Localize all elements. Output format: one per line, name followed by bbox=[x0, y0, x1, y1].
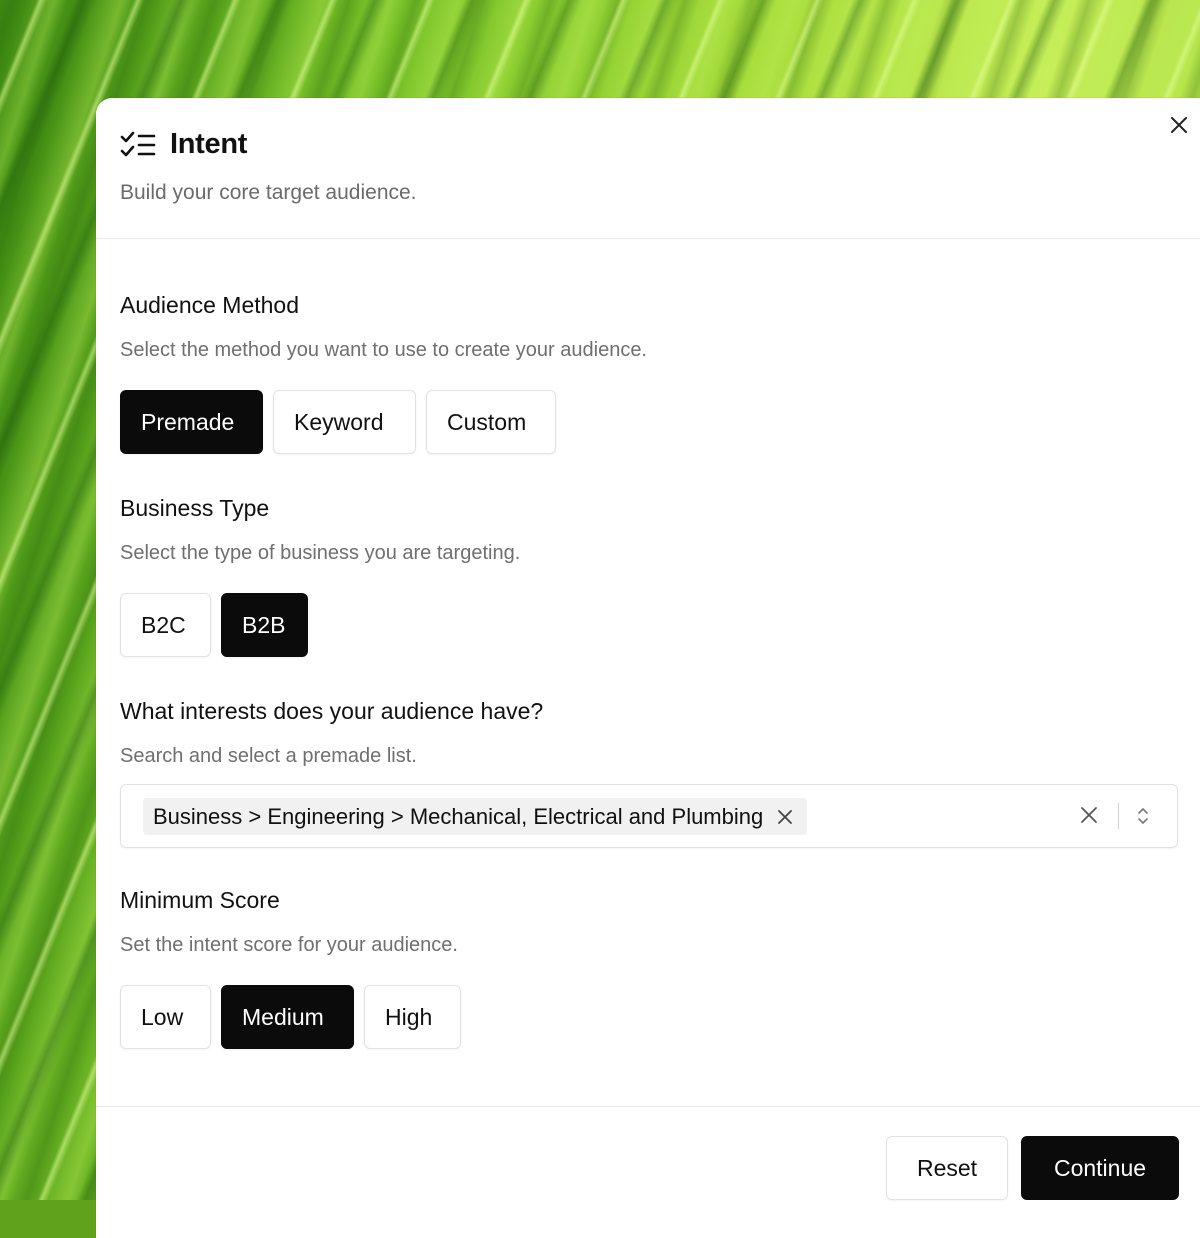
footer-divider bbox=[96, 1106, 1200, 1107]
chip-remove-button[interactable] bbox=[777, 809, 793, 825]
method-keyword-button[interactable]: Keyword bbox=[273, 390, 416, 454]
dialog-title: Intent bbox=[170, 128, 248, 160]
interests-section: What interests does your audience have? … bbox=[120, 698, 543, 768]
minimum-score-options: Low Medium High bbox=[120, 985, 461, 1049]
audience-method-options: Premade Keyword Custom bbox=[120, 390, 647, 454]
select-toggle-button[interactable] bbox=[1135, 805, 1151, 832]
method-custom-button[interactable]: Custom bbox=[426, 390, 556, 454]
business-b2b-button[interactable]: B2B bbox=[221, 593, 308, 657]
business-type-description: Select the type of business you are targ… bbox=[120, 542, 521, 564]
reset-button[interactable]: Reset bbox=[886, 1136, 1008, 1200]
business-b2c-button[interactable]: B2C bbox=[120, 593, 211, 657]
score-low-button[interactable]: Low bbox=[120, 985, 211, 1049]
minimum-score-title: Minimum Score bbox=[120, 887, 280, 913]
business-type-options: B2C B2B bbox=[120, 593, 520, 657]
method-premade-button[interactable]: Premade bbox=[120, 390, 263, 454]
minimum-score-section: Minimum Score Set the intent score for y… bbox=[120, 887, 461, 1049]
score-medium-button[interactable]: Medium bbox=[221, 985, 354, 1049]
clear-icon bbox=[1081, 807, 1097, 823]
dialog-header: Intent Build your core target audience. bbox=[120, 128, 417, 205]
interests-title: What interests does your audience have? bbox=[120, 698, 544, 724]
close-icon bbox=[1171, 117, 1187, 133]
close-icon bbox=[778, 809, 793, 824]
audience-method-title: Audience Method bbox=[120, 292, 300, 318]
business-type-title: Business Type bbox=[120, 495, 270, 521]
business-type-section: Business Type Select the type of busines… bbox=[120, 495, 520, 657]
chip-label: Business > Engineering > Mechanical, Ele… bbox=[153, 803, 764, 829]
dialog-subtitle: Build your core target audience. bbox=[120, 181, 417, 204]
chevron-up-down-icon bbox=[1138, 808, 1148, 824]
interests-select[interactable]: Business > Engineering > Mechanical, Ele… bbox=[120, 784, 1178, 848]
close-button[interactable] bbox=[1166, 112, 1192, 138]
audience-method-description: Select the method you want to use to cre… bbox=[120, 339, 647, 361]
minimum-score-description: Set the intent score for your audience. bbox=[120, 934, 458, 956]
header-divider bbox=[96, 238, 1200, 239]
score-high-button[interactable]: High bbox=[364, 985, 461, 1049]
clear-selection-button[interactable] bbox=[1079, 805, 1099, 830]
select-separator bbox=[1118, 803, 1119, 829]
continue-button[interactable]: Continue bbox=[1021, 1136, 1179, 1200]
interests-description: Search and select a premade list. bbox=[120, 745, 417, 767]
intent-dialog: Intent Build your core target audience. … bbox=[96, 98, 1200, 1238]
list-checks-icon bbox=[120, 131, 156, 156]
audience-method-section: Audience Method Select the method you wa… bbox=[120, 292, 647, 454]
selected-interest-chip: Business > Engineering > Mechanical, Ele… bbox=[143, 798, 808, 835]
